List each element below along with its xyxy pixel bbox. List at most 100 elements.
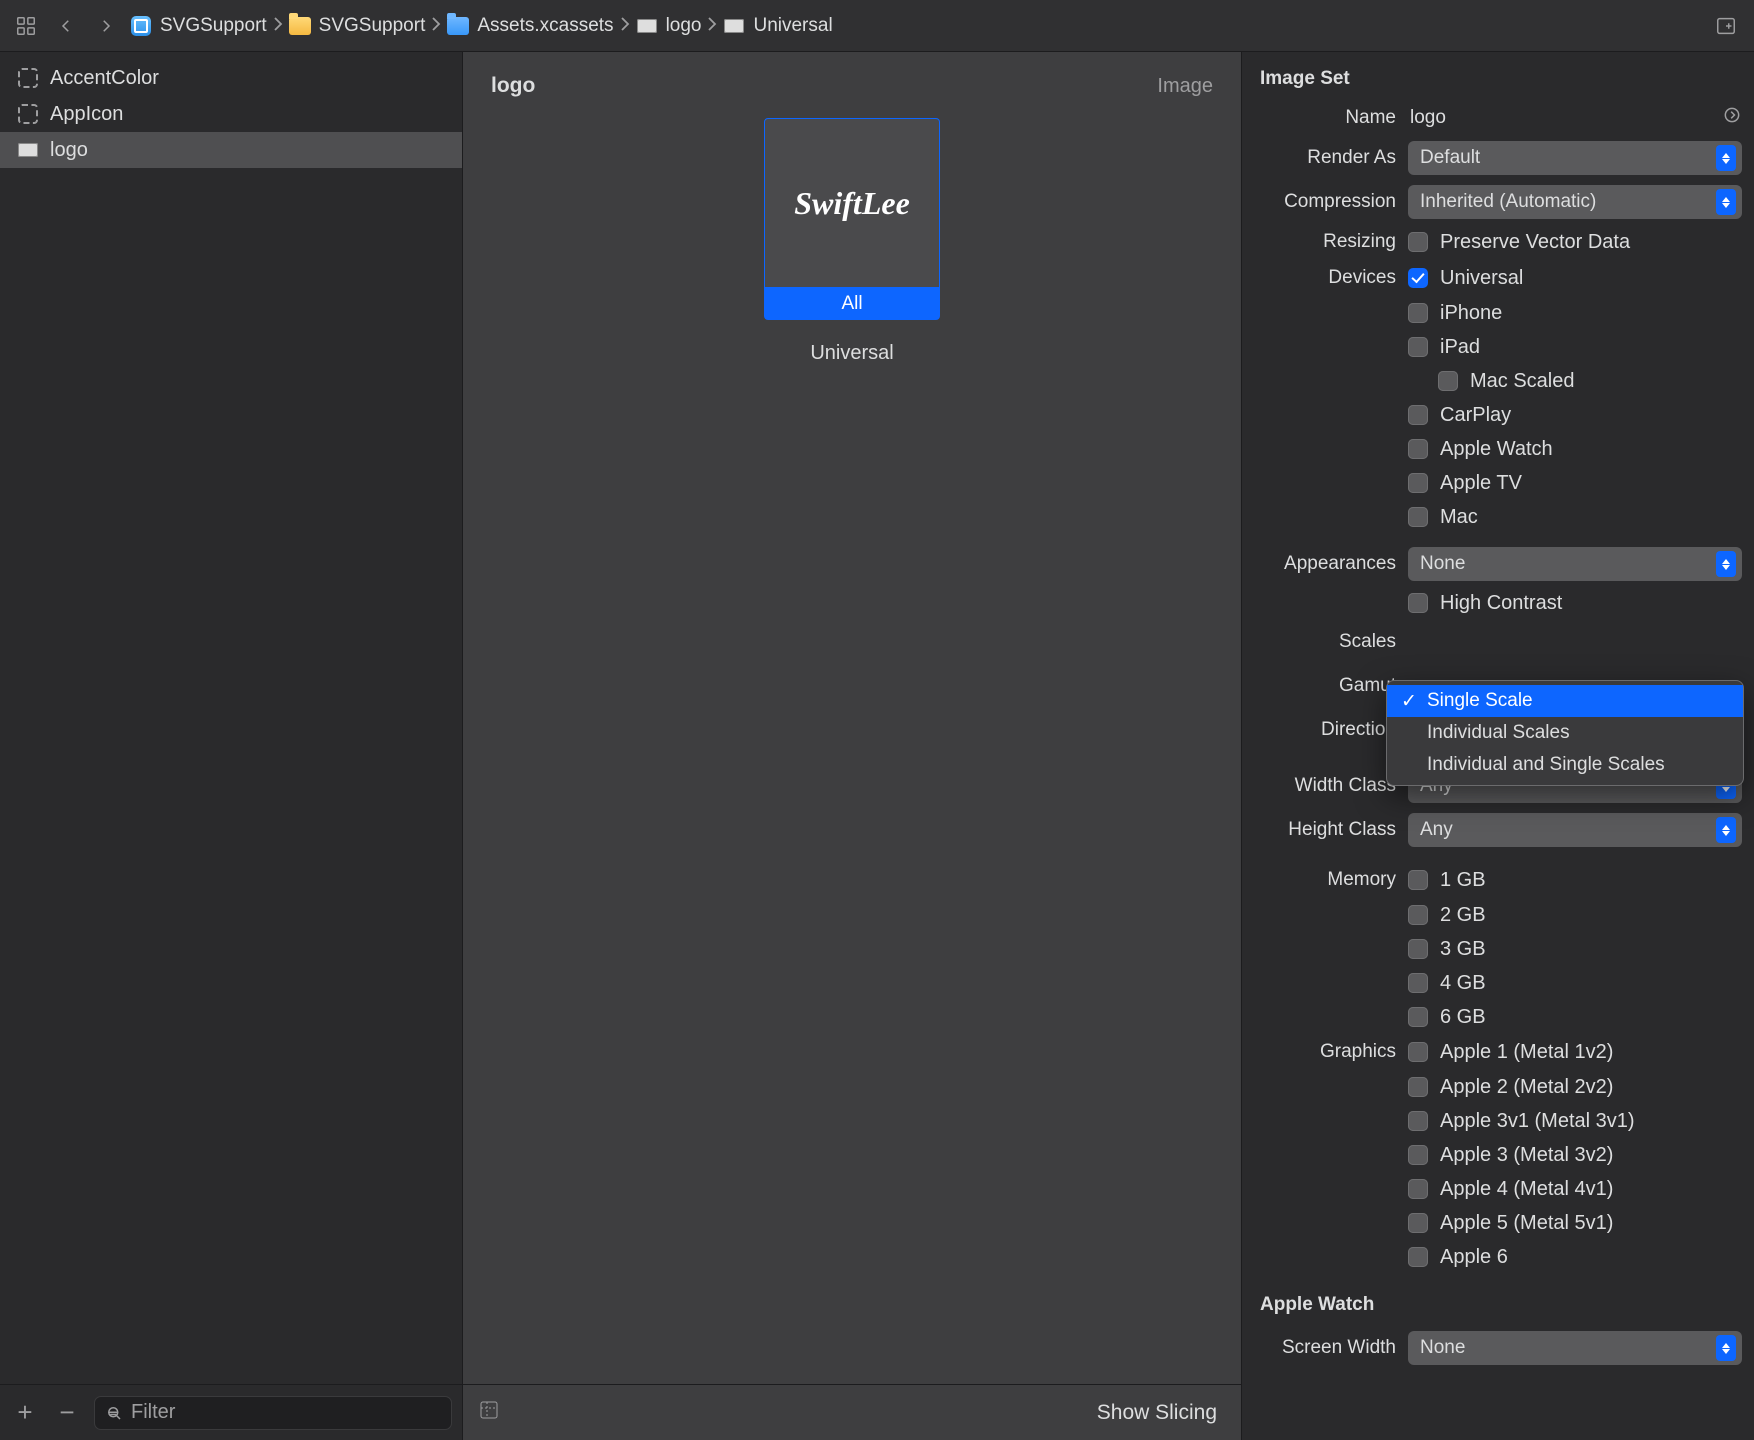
filter-placeholder: Filter xyxy=(131,1401,175,1424)
device-option: iPad xyxy=(1242,330,1754,364)
appearances-popup[interactable]: None xyxy=(1408,547,1742,581)
device-checkbox-appletv[interactable] xyxy=(1408,473,1428,493)
list-item[interactable]: AccentColor xyxy=(0,60,462,96)
breadcrumb-item[interactable]: Universal xyxy=(723,15,832,37)
breadcrumb-item[interactable]: Assets.xcassets xyxy=(447,15,613,37)
graphics-checkbox[interactable] xyxy=(1408,1179,1428,1199)
add-editor-button[interactable] xyxy=(1710,10,1742,42)
scales-popup-menu[interactable]: Single Scale Individual Scales Individua… xyxy=(1386,680,1744,786)
height-class-popup[interactable]: Any xyxy=(1408,813,1742,847)
related-items-button[interactable] xyxy=(10,10,42,42)
nav-forward-button[interactable] xyxy=(90,10,122,42)
memory-row: Memory 1 GB xyxy=(1242,862,1754,898)
screen-width-row: Screen Width None xyxy=(1242,1326,1754,1370)
remove-asset-button[interactable]: − xyxy=(52,1398,82,1428)
filter-input[interactable]: Filter xyxy=(94,1396,452,1430)
menu-item-single-scale[interactable]: Single Scale xyxy=(1387,685,1743,717)
device-option: iPhone xyxy=(1242,296,1754,330)
thumbnail-icon xyxy=(636,15,658,37)
page-title: logo xyxy=(491,74,535,98)
asset-sidebar: AccentColor AppIcon logo + − Filter xyxy=(0,52,463,1440)
graphics-checkbox[interactable] xyxy=(1408,1213,1428,1233)
menu-item-individual-scales[interactable]: Individual Scales xyxy=(1387,717,1743,749)
arrow-circle-icon[interactable] xyxy=(1722,105,1742,131)
render-as-popup[interactable]: Default xyxy=(1408,141,1742,175)
device-option: CarPlay xyxy=(1242,398,1754,432)
graphics-option: Apple 3 (Metal 3v2) xyxy=(1242,1138,1754,1172)
chevron-right-icon xyxy=(707,15,717,37)
memory-checkbox[interactable] xyxy=(1408,939,1428,959)
device-checkbox-carplay[interactable] xyxy=(1408,405,1428,425)
checkbox-label: 2 GB xyxy=(1440,904,1486,927)
menu-item-label: Single Scale xyxy=(1427,690,1533,712)
graphics-option: Apple 4 (Metal 4v1) xyxy=(1242,1172,1754,1206)
chevron-right-icon xyxy=(620,15,630,37)
folder-icon xyxy=(447,15,469,37)
breadcrumb-item[interactable]: SVGSupport xyxy=(130,15,267,37)
device-checkbox-mac[interactable] xyxy=(1408,507,1428,527)
stepper-icon xyxy=(1716,189,1736,215)
field-label: Memory xyxy=(1242,869,1408,891)
graphics-checkbox[interactable] xyxy=(1408,1247,1428,1267)
name-input[interactable] xyxy=(1408,102,1714,134)
graphics-checkbox[interactable] xyxy=(1408,1042,1428,1062)
checkbox-label: iPad xyxy=(1440,336,1480,359)
device-checkbox-universal[interactable] xyxy=(1408,268,1428,288)
appearances-row: Appearances None xyxy=(1242,542,1754,586)
memory-checkbox[interactable] xyxy=(1408,905,1428,925)
sidebar-footer: + − Filter xyxy=(0,1384,462,1440)
memory-option: 3 GB xyxy=(1242,932,1754,966)
device-option: Mac xyxy=(1242,500,1754,534)
stepper-icon xyxy=(1716,1335,1736,1361)
checkbox-label: Apple Watch xyxy=(1440,438,1553,461)
name-row: Name xyxy=(1242,100,1754,136)
list-item[interactable]: logo xyxy=(0,132,462,168)
checkbox-label: Mac Scaled xyxy=(1470,370,1575,393)
memory-option: 4 GB xyxy=(1242,966,1754,1000)
asset-editor: logo Image SwiftLee All Universal Show S… xyxy=(463,52,1242,1440)
asset-preview: SwiftLee xyxy=(794,185,910,222)
memory-checkbox[interactable] xyxy=(1408,973,1428,993)
memory-checkbox[interactable] xyxy=(1408,1007,1428,1027)
preserve-vector-checkbox[interactable] xyxy=(1408,232,1428,252)
screen-width-popup[interactable]: None xyxy=(1408,1331,1742,1365)
folder-icon xyxy=(289,15,311,37)
checkbox-label: Mac xyxy=(1440,506,1478,529)
compression-popup[interactable]: Inherited (Automatic) xyxy=(1408,185,1742,219)
slicing-tool-button[interactable] xyxy=(477,1398,501,1428)
memory-option: 2 GB xyxy=(1242,898,1754,932)
asset-slot[interactable]: SwiftLee All Universal xyxy=(764,118,940,1384)
thumbnail-icon xyxy=(18,143,38,157)
menu-item-label: Individual Scales xyxy=(1427,722,1570,744)
high-contrast-checkbox[interactable] xyxy=(1408,593,1428,613)
device-checkbox-mac-scaled[interactable] xyxy=(1438,371,1458,391)
checkbox-label: CarPlay xyxy=(1440,404,1511,427)
nav-back-button[interactable] xyxy=(50,10,82,42)
asset-well[interactable]: SwiftLee xyxy=(764,118,940,288)
breadcrumb-label: Assets.xcassets xyxy=(477,15,613,37)
menu-item-individual-and-single[interactable]: Individual and Single Scales xyxy=(1387,749,1743,781)
device-checkbox-iphone[interactable] xyxy=(1408,303,1428,323)
checkmark-icon xyxy=(1401,690,1417,713)
breadcrumb-item[interactable]: SVGSupport xyxy=(289,15,426,37)
field-label: Width Class xyxy=(1242,775,1408,797)
popup-value: Any xyxy=(1420,819,1453,841)
checkbox-label: 4 GB xyxy=(1440,972,1486,995)
show-slicing-button[interactable]: Show Slicing xyxy=(1097,1401,1217,1425)
graphics-checkbox[interactable] xyxy=(1408,1111,1428,1131)
graphics-checkbox[interactable] xyxy=(1408,1145,1428,1165)
list-item[interactable]: AppIcon xyxy=(0,96,462,132)
add-asset-button[interactable]: + xyxy=(10,1398,40,1428)
checkbox-label: High Contrast xyxy=(1440,592,1562,615)
memory-checkbox[interactable] xyxy=(1408,870,1428,890)
popup-value: Default xyxy=(1420,147,1480,169)
breadcrumb-label: Universal xyxy=(753,15,832,37)
graphics-option: Apple 5 (Metal 5v1) xyxy=(1242,1206,1754,1240)
device-checkbox-ipad[interactable] xyxy=(1408,337,1428,357)
checkbox-label: Apple TV xyxy=(1440,472,1522,495)
breadcrumb-item[interactable]: logo xyxy=(636,15,702,37)
app-icon xyxy=(130,15,152,37)
breadcrumb-label: SVGSupport xyxy=(160,15,267,37)
device-checkbox-applewatch[interactable] xyxy=(1408,439,1428,459)
graphics-checkbox[interactable] xyxy=(1408,1077,1428,1097)
